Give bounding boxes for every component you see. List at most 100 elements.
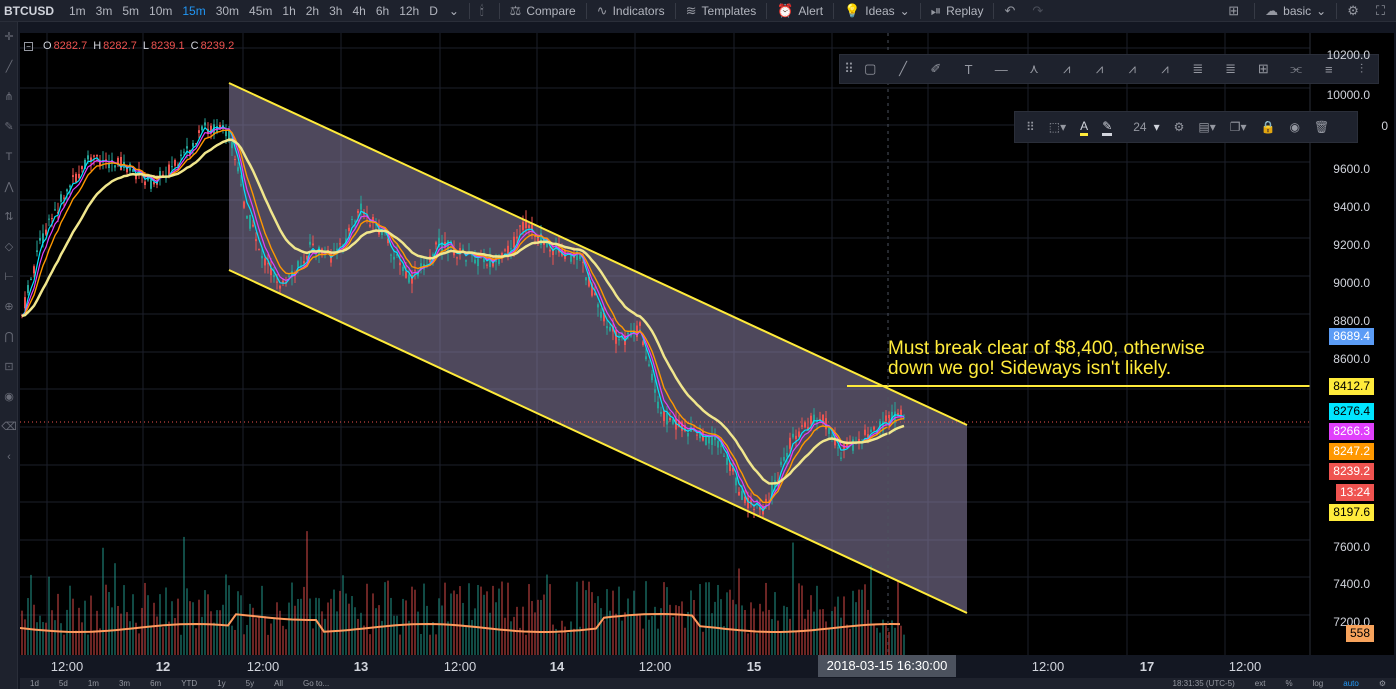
- range-1m[interactable]: 1m: [88, 679, 99, 688]
- volume-bar: [321, 611, 323, 655]
- interval-4h[interactable]: 4h: [347, 4, 370, 18]
- collapse-icon[interactable]: ‹: [0, 442, 18, 472]
- pitchfork-icon[interactable]: ⋔: [0, 82, 18, 112]
- price-axis[interactable]: 10200.0 10000.0 9600.0 9400.0 9200.0 9000.0 88…: [1310, 33, 1396, 655]
- compare-button[interactable]: ⚖ Compare: [504, 3, 582, 19]
- ext-toggle[interactable]: ext: [1255, 679, 1266, 688]
- volume-bar: [198, 599, 200, 655]
- fib-fan-icon[interactable]: ⫘: [1280, 61, 1313, 77]
- fib-timezone-icon[interactable]: ⊞: [1247, 61, 1280, 77]
- range-1y[interactable]: 1y: [217, 679, 225, 688]
- path-tool-icon[interactable]: ⋏: [1018, 61, 1051, 77]
- log-toggle[interactable]: log: [1313, 679, 1324, 688]
- interval-1h[interactable]: 1h: [277, 4, 300, 18]
- auto-toggle[interactable]: auto: [1343, 679, 1359, 688]
- text-icon[interactable]: T: [0, 142, 18, 172]
- percent-toggle[interactable]: %: [1285, 679, 1292, 688]
- gear-icon[interactable]: ⚙: [1174, 120, 1185, 134]
- interval-1m[interactable]: 1m: [64, 4, 91, 18]
- candle-body: [204, 122, 206, 126]
- layout-grid-button[interactable]: ⊞: [1222, 3, 1250, 19]
- brush-icon[interactable]: ✎: [0, 112, 18, 142]
- time-axis[interactable]: 12:00 12 12:00 13 12:00 14 12:00 15 12:00 17 12:00: [20, 655, 1310, 677]
- trendline-icon[interactable]: ╱: [0, 52, 18, 82]
- abcde-pattern-icon[interactable]: ⩘: [1083, 61, 1116, 77]
- grid-icon: ⊞: [1228, 3, 1240, 18]
- indicators-button[interactable]: ∿ Indicators: [591, 3, 671, 19]
- range-1d[interactable]: 1d: [30, 679, 39, 688]
- symbol-search[interactable]: BTCUSD: [0, 4, 64, 18]
- goto-button[interactable]: Go to...: [303, 679, 329, 688]
- magnet-icon[interactable]: ⋂: [0, 322, 18, 352]
- interval-10m[interactable]: 10m: [144, 4, 177, 18]
- layout-save-button[interactable]: ☁ basic ⌄: [1259, 3, 1332, 19]
- undo-button[interactable]: ↶: [998, 3, 1026, 19]
- ideas-button[interactable]: 💡 Ideas ⌄: [838, 3, 916, 19]
- abc-pattern-icon[interactable]: ⩘: [1149, 61, 1182, 77]
- rectangle-tool-icon[interactable]: ▢: [854, 61, 887, 77]
- volume-bar: [570, 621, 572, 655]
- brush-tool-icon[interactable]: ✐: [919, 61, 952, 77]
- range-6m[interactable]: 6m: [150, 679, 161, 688]
- alert-button[interactable]: ⏰ Alert: [771, 3, 829, 19]
- candle-body: [858, 438, 860, 442]
- interval-D[interactable]: D: [424, 4, 443, 18]
- fib-extension-icon[interactable]: ≣: [1214, 61, 1247, 77]
- line-color-button[interactable]: ✎: [1102, 119, 1113, 136]
- zoom-icon[interactable]: ⊕: [0, 292, 18, 322]
- range-3m[interactable]: 3m: [119, 679, 130, 688]
- fullscreen-button[interactable]: ⛶: [1370, 3, 1396, 19]
- pattern-icon[interactable]: ⋀: [0, 172, 18, 202]
- wave-tool-icon[interactable]: ⩘: [1050, 61, 1083, 77]
- chart-annotation[interactable]: Must break clear of $8,400, otherwise do…: [888, 339, 1205, 379]
- font-size-dropdown[interactable]: 24 ▾: [1126, 120, 1159, 134]
- drag-handle-icon[interactable]: ⠿: [1026, 120, 1035, 134]
- lock-icon[interactable]: 🔒: [1261, 120, 1276, 134]
- drag-handle-icon[interactable]: ⠿: [844, 61, 854, 77]
- interval-5m[interactable]: 5m: [117, 4, 144, 18]
- interval-6h[interactable]: 6h: [371, 4, 394, 18]
- interval-3h[interactable]: 3h: [324, 4, 347, 18]
- template-dropdown[interactable]: ⬚▾: [1049, 120, 1066, 134]
- range-5y[interactable]: 5y: [246, 679, 254, 688]
- text-tool-icon[interactable]: T: [952, 62, 985, 77]
- lock-icon[interactable]: ⊡: [0, 352, 18, 382]
- text-color-button[interactable]: A: [1080, 119, 1089, 136]
- interval-45m[interactable]: 45m: [244, 4, 277, 18]
- shapes-icon[interactable]: ◇: [0, 232, 18, 262]
- clone-icon[interactable]: ❐▾: [1230, 120, 1247, 134]
- interval-2h[interactable]: 2h: [301, 4, 324, 18]
- range-all[interactable]: All: [274, 679, 283, 688]
- elliott-wave-icon[interactable]: ⩘: [1116, 61, 1149, 77]
- settings-button[interactable]: ⚙: [1341, 3, 1370, 19]
- interval-12h[interactable]: 12h: [394, 4, 424, 18]
- interval-dropdown[interactable]: ⌄: [443, 4, 465, 18]
- chart-style-button[interactable]: 🕯: [474, 3, 495, 19]
- cursor-icon[interactable]: ✛: [0, 22, 18, 52]
- candle-body: [837, 447, 839, 449]
- volume-bar: [201, 616, 203, 655]
- prediction-icon[interactable]: ⇅: [0, 202, 18, 232]
- candle-body: [408, 274, 410, 283]
- eye-icon[interactable]: ◉: [0, 382, 18, 412]
- volume-bar: [462, 602, 464, 655]
- visual-order-icon[interactable]: ▤▾: [1198, 120, 1215, 134]
- range-ytd[interactable]: YTD: [181, 679, 197, 688]
- candle-body: [648, 364, 650, 366]
- eye-icon[interactable]: ◉: [1290, 120, 1300, 134]
- volume-bar: [336, 611, 338, 655]
- collapse-legend-icon[interactable]: −: [24, 41, 33, 51]
- interval-3m[interactable]: 3m: [91, 4, 118, 18]
- replay-button[interactable]: ⏯ Replay: [925, 3, 990, 19]
- interval-30m[interactable]: 30m: [211, 4, 244, 18]
- range-5d[interactable]: 5d: [59, 679, 68, 688]
- horizontal-line-tool-icon[interactable]: —: [985, 62, 1018, 77]
- redo-button[interactable]: ↷: [1026, 3, 1054, 19]
- measure-icon[interactable]: ⊢: [0, 262, 18, 292]
- trash-icon[interactable]: ⌫: [0, 412, 18, 442]
- gear-icon[interactable]: ⚙: [1379, 679, 1386, 688]
- interval-15m[interactable]: 15m: [177, 4, 210, 18]
- fib-retracement-icon[interactable]: ≣: [1181, 61, 1214, 77]
- templates-button[interactable]: ≋ Templates: [680, 3, 763, 19]
- trendline-tool-icon[interactable]: ╱: [887, 61, 920, 77]
